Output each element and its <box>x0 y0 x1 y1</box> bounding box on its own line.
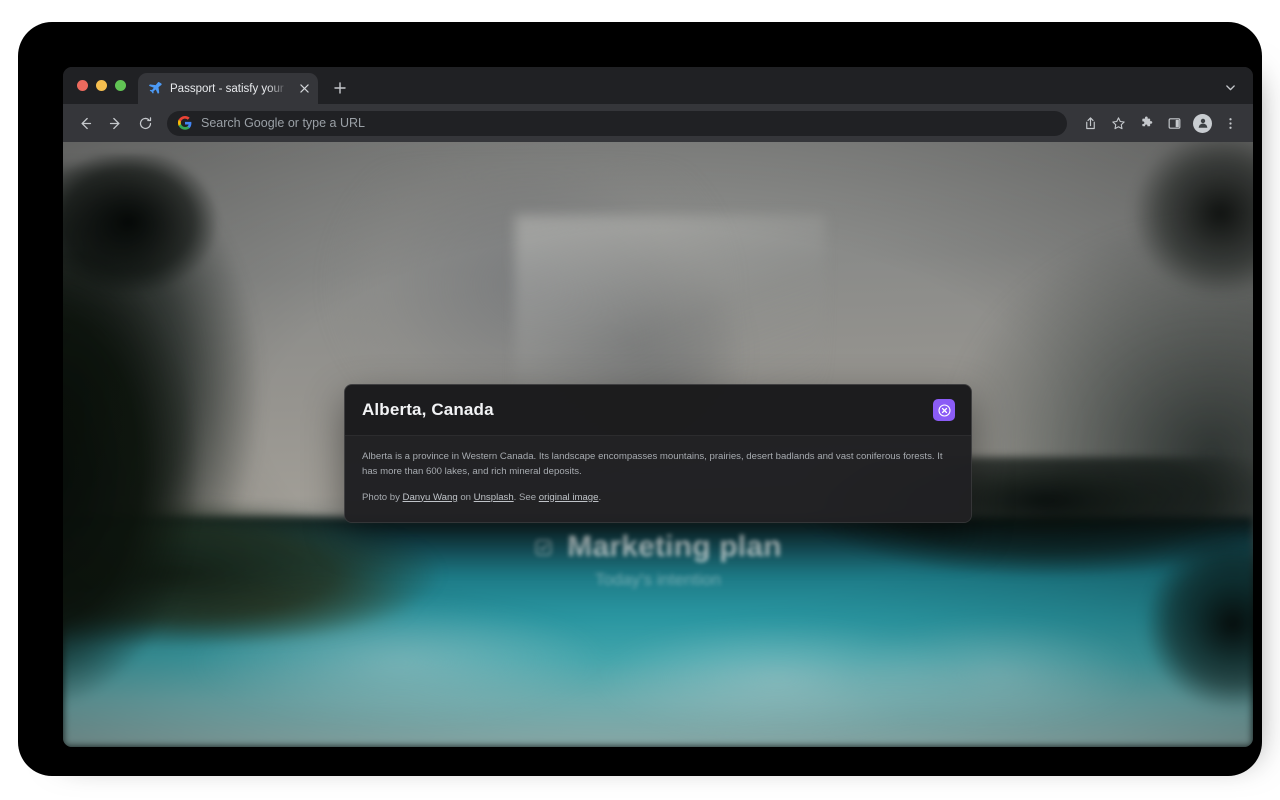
tab-close-button[interactable] <box>296 81 312 97</box>
chevron-down-icon <box>1225 84 1235 90</box>
bookmark-star-icon <box>1112 116 1125 129</box>
photographer-link[interactable]: Danyu Wang <box>403 492 458 503</box>
share-icon <box>1086 116 1095 129</box>
tab-strip: Passport - satisfy your wanderlust <box>63 67 1253 104</box>
side-panel-icon <box>1168 117 1181 129</box>
device-frame: Passport - satisfy your wanderlust <box>18 22 1262 776</box>
intention-widget-row: Marketing plan <box>534 530 782 564</box>
card-header: Alberta, Canada <box>345 385 971 436</box>
back-button[interactable] <box>71 109 99 137</box>
arrow-right-icon <box>109 117 119 129</box>
share-button[interactable] <box>1077 110 1104 137</box>
forward-button[interactable] <box>101 109 129 137</box>
extensions-puzzle-icon <box>1142 116 1153 126</box>
window-controls <box>75 67 138 104</box>
card-close-button[interactable] <box>933 399 955 421</box>
plus-icon <box>334 82 346 94</box>
arrow-left-icon <box>81 117 91 129</box>
window-maximize-button[interactable] <box>115 80 126 91</box>
bookmark-button[interactable] <box>1105 110 1132 137</box>
attribution-middle: on <box>457 491 474 503</box>
close-icon <box>299 84 309 93</box>
side-panel-button[interactable] <box>1161 110 1188 137</box>
page-content: Marketing plan Today's intention Alberta… <box>63 142 1253 747</box>
checklist-icon <box>535 539 552 555</box>
tab-title: Passport - satisfy your wanderlust <box>170 82 289 95</box>
window-minimize-button[interactable] <box>96 80 107 91</box>
extensions-button[interactable] <box>1133 110 1160 137</box>
toolbar-actions <box>1077 110 1244 137</box>
more-menu-icon <box>1229 117 1232 129</box>
address-bar-placeholder: Search Google or type a URL <box>201 116 365 130</box>
intention-widget: Marketing plan Today's intention <box>63 530 1253 590</box>
intention-widget-title: Marketing plan <box>567 530 782 563</box>
tab-search-button[interactable] <box>1217 74 1243 100</box>
browser-toolbar: Search Google or type a URL <box>63 104 1253 142</box>
google-g-icon <box>178 116 192 130</box>
browser-window: Passport - satisfy your wanderlust <box>63 67 1253 747</box>
new-tab-button[interactable] <box>326 74 354 102</box>
attribution-prefix: Photo by <box>362 491 403 503</box>
location-info-card: Alberta, Canada Alberta is a province in… <box>344 384 972 523</box>
more-menu-button[interactable] <box>1217 110 1244 137</box>
browser-tab-passport[interactable]: Passport - satisfy your wanderlust <box>138 73 318 104</box>
card-description: Alberta is a province in Western Canada.… <box>362 451 943 477</box>
attribution-end: . <box>598 491 602 503</box>
unsplash-link[interactable]: Unsplash <box>474 492 514 503</box>
window-close-button[interactable] <box>77 80 88 91</box>
intention-widget-subtitle: Today's intention <box>594 570 722 589</box>
reload-button[interactable] <box>131 109 159 137</box>
profile-avatar-icon <box>1198 118 1207 128</box>
card-title: Alberta, Canada <box>362 400 494 419</box>
card-body: Alberta is a province in Western Canada.… <box>345 436 971 522</box>
address-bar[interactable]: Search Google or type a URL <box>167 110 1067 136</box>
original-image-link[interactable]: original image <box>539 492 599 503</box>
profile-button[interactable] <box>1189 110 1216 137</box>
attribution-see: . See <box>513 491 539 503</box>
reload-icon <box>139 116 151 129</box>
airplane-icon <box>149 81 162 94</box>
avatar <box>1193 113 1212 133</box>
card-attribution: Photo by Danyu Wang on Unsplash. See ori… <box>362 491 954 506</box>
close-circle-icon <box>937 403 951 417</box>
